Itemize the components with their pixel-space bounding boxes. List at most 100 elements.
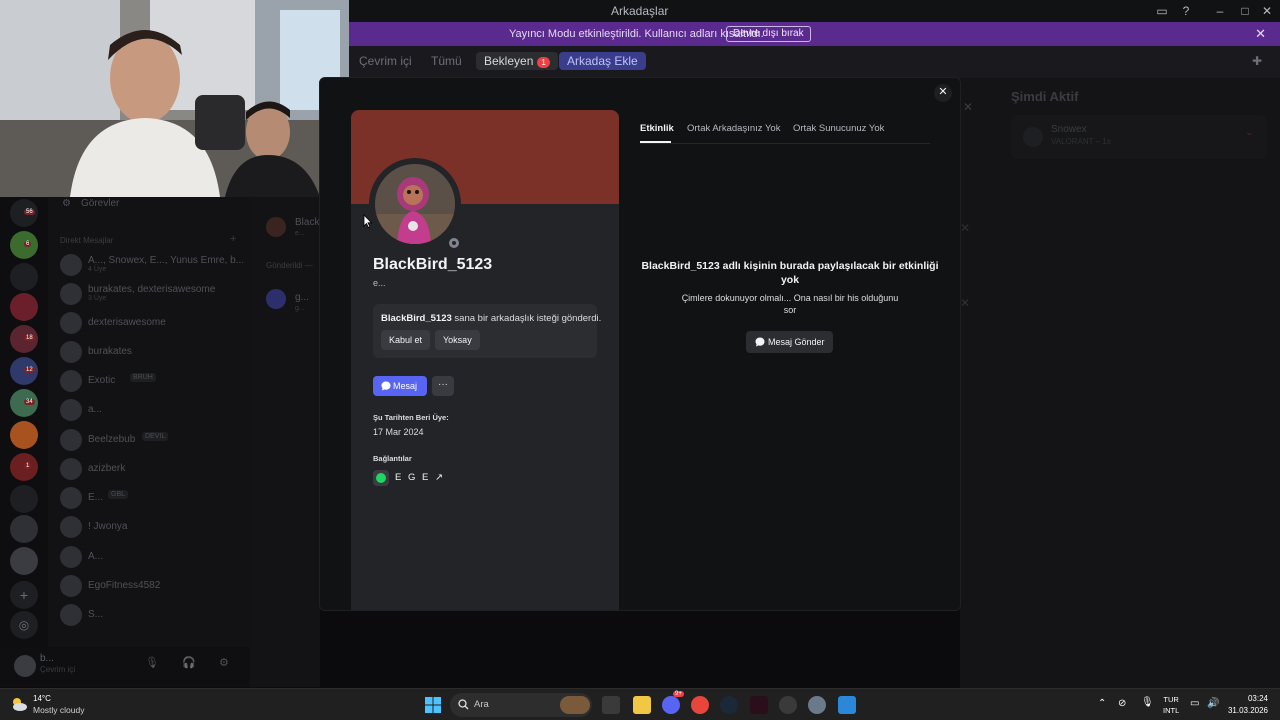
tab-mutual-friends[interactable]: Ortak Arkadaşınız Yok — [687, 123, 780, 134]
app-icon[interactable] — [838, 696, 856, 714]
close-icon[interactable]: ✕ — [934, 84, 952, 102]
headphones-icon[interactable]: 🎧 — [182, 656, 196, 669]
volume-icon[interactable]: 🔊 — [1207, 698, 1219, 709]
active-game: VALORANT – 1s — [1051, 137, 1111, 146]
discord-icon[interactable] — [662, 696, 680, 714]
list-item[interactable]: A... — [58, 544, 243, 570]
sent-friend-name[interactable]: g... — [295, 292, 309, 303]
server-icon[interactable] — [10, 485, 38, 513]
tab-online[interactable]: Çevrim içi — [359, 54, 412, 68]
close-icon: ✕ — [963, 100, 974, 114]
more-options-button[interactable]: ··· — [432, 376, 454, 396]
list-item[interactable]: A..., Snowex, E..., Yunus Emre, b... 4 Üy… — [58, 252, 244, 278]
list-item[interactable]: E... GBL — [58, 485, 243, 511]
tab-all[interactable]: Tümü — [431, 54, 462, 68]
avatar[interactable] — [375, 164, 455, 244]
steam-icon[interactable] — [720, 696, 738, 714]
pending-friend-sub: e... — [295, 230, 305, 237]
tab-add-friend[interactable]: Arkadaş Ekle — [559, 52, 646, 70]
list-item[interactable]: ! Jwonya — [58, 514, 243, 540]
avatar — [266, 217, 286, 237]
title-bar: Arkadaşlar ▭ ? – □ ✕ — [349, 0, 1280, 22]
new-group-dm-icon[interactable]: ✚ — [1252, 54, 1262, 68]
avatar[interactable] — [14, 655, 36, 677]
list-item[interactable]: EgoFitness4582 — [58, 573, 243, 599]
mic-icon[interactable]: 🎙 — [1141, 697, 1154, 708]
tab-activity[interactable]: Etkinlik — [640, 123, 674, 134]
windows-start-icon[interactable] — [425, 697, 441, 713]
dm-name: EgoFitness4582 — [88, 580, 161, 591]
add-server-icon[interactable]: + — [10, 581, 38, 609]
weather-cloud-icon — [13, 698, 27, 711]
list-item[interactable]: azizberk — [58, 456, 243, 482]
server-badge: 18 — [24, 335, 35, 341]
tab-pending[interactable]: Bekleyen 1 — [476, 52, 558, 70]
clock-time: 03:24 — [1247, 694, 1268, 703]
now-active-title: Şimdi Aktif — [1011, 89, 1079, 104]
inbox-icon[interactable]: ▭ — [1154, 3, 1170, 19]
list-item[interactable]: dexterisawesome — [58, 310, 243, 336]
friend-request-box: BlackBird_5123 sana bir arkadaşlık isteğ… — [373, 304, 601, 358]
tab-divider — [640, 143, 930, 144]
server-icon[interactable] — [10, 547, 38, 575]
list-item[interactable]: Beelzebub DEVIL — [58, 427, 243, 453]
webcam-image — [0, 0, 349, 197]
message-button[interactable]: Mesaj — [373, 376, 427, 396]
window-close-button[interactable]: ✕ — [1259, 3, 1275, 19]
server-icon[interactable] — [10, 421, 38, 449]
send-message-button[interactable]: Mesaj Gönder — [746, 331, 833, 353]
list-item[interactable]: Exotic BRUH — [58, 368, 243, 394]
tray-chevron-icon[interactable]: ⌃ — [1098, 698, 1106, 709]
dm-name: a... — [88, 404, 102, 415]
chat-bubble-icon — [381, 381, 391, 391]
disable-streamer-mode-button[interactable]: Devre dışı bırak — [726, 26, 811, 42]
new-dm-icon[interactable]: + — [230, 233, 236, 245]
file-explorer-icon[interactable] — [633, 696, 651, 714]
weather-condition[interactable]: Mostly cloudy — [33, 705, 85, 715]
connection-link[interactable]: E G E ↗ — [395, 472, 445, 483]
active-card[interactable]: Snowex VALORANT – 1s ⌄ — [1011, 115, 1267, 159]
discover-icon[interactable]: ◎ — [10, 611, 38, 639]
network-icon[interactable]: ⊘ — [1118, 698, 1126, 709]
clock-date: 31.03.2026 — [1227, 706, 1268, 715]
server-icon[interactable] — [10, 263, 38, 291]
taskbar-search[interactable]: Ara — [450, 693, 592, 717]
server-icon[interactable] — [10, 515, 38, 543]
dm-sub: 4 Üye — [88, 266, 107, 273]
server-badge: 56 — [24, 209, 35, 215]
help-icon[interactable]: ? — [1178, 3, 1194, 19]
sent-friend-sub: g... — [295, 305, 305, 312]
list-item[interactable]: S... — [58, 602, 243, 628]
dm-sidebar: ⚙ Görevler Direkt Mesajlar + A..., Snowe… — [48, 197, 250, 687]
display-icon[interactable]: ▭ — [1190, 698, 1199, 709]
riot-icon[interactable] — [750, 696, 768, 714]
settings-icon[interactable]: ⚙ — [219, 656, 229, 669]
close-icon: ✕ — [960, 221, 971, 235]
minimize-button[interactable]: – — [1212, 3, 1228, 19]
app-icon[interactable] — [779, 696, 797, 714]
chevron-down-icon[interactable]: ⌄ — [1245, 127, 1253, 138]
accept-button[interactable]: Kabul et — [381, 330, 431, 350]
dm-tag: DEVIL — [142, 432, 169, 441]
profile-pronouns: e... — [373, 278, 386, 288]
clock[interactable]: 03:24 31.03.2026 — [1228, 693, 1268, 717]
maximize-button[interactable]: □ — [1237, 3, 1253, 19]
avatar — [60, 312, 82, 334]
list-item[interactable]: a... — [58, 397, 243, 423]
settings-icon[interactable] — [808, 696, 826, 714]
language-indicator[interactable]: TUR INTL — [1163, 694, 1179, 716]
friends-list: Black... e... Gönderildi — g... g... — [250, 197, 328, 687]
server-icon[interactable] — [10, 293, 38, 321]
chrome-icon[interactable] — [691, 696, 709, 714]
dm-name: Beelzebub — [88, 434, 136, 445]
ignore-button[interactable]: Yoksay — [435, 330, 480, 350]
tasks-link[interactable]: Görevler — [81, 198, 119, 209]
tab-mutual-servers[interactable]: Ortak Sunucunuz Yok — [793, 123, 884, 134]
mic-icon[interactable]: 🎙 — [145, 656, 159, 669]
banner-close-icon[interactable]: ✕ — [1255, 26, 1266, 42]
task-view-icon[interactable] — [602, 696, 620, 714]
avatar — [60, 575, 82, 597]
list-item[interactable]: burakates — [58, 339, 243, 365]
list-item[interactable]: burakates, dexterisawesome 3 Üye — [58, 281, 243, 307]
temperature[interactable]: 14°C — [33, 694, 51, 703]
